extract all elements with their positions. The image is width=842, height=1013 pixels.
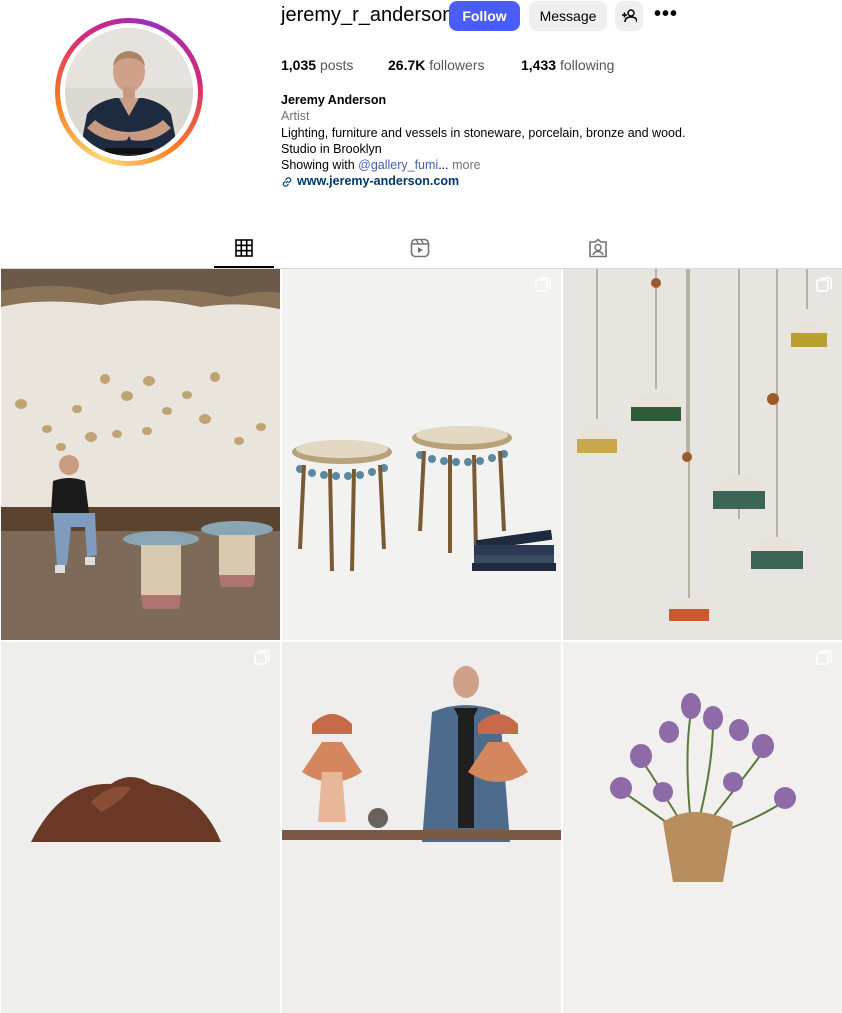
profile-tabs xyxy=(0,228,842,269)
bio-line: Studio in Brooklyn xyxy=(281,141,382,156)
post-thumbnail[interactable] xyxy=(1,642,280,1013)
gallery-mention-link[interactable]: @gallery_fumi xyxy=(358,158,438,172)
profile-stats: 1,035 posts 26.7K followers 1,433 follow… xyxy=(281,57,614,73)
profile-full-name: Jeremy Anderson xyxy=(281,93,387,107)
tab-tagged[interactable] xyxy=(586,236,610,260)
more-options-icon[interactable]: ••• xyxy=(654,3,678,26)
reels-icon xyxy=(410,238,430,258)
posts-stat[interactable]: 1,035 posts xyxy=(281,57,388,73)
multi-image-icon xyxy=(816,650,832,665)
following-stat[interactable]: 1,433 following xyxy=(521,57,614,73)
link-icon xyxy=(282,176,292,187)
followers-stat[interactable]: 26.7K followers xyxy=(388,57,521,73)
post-thumbnail[interactable] xyxy=(1,269,280,640)
active-tab-indicator xyxy=(214,266,274,268)
message-button[interactable]: Message xyxy=(529,1,607,31)
multi-image-icon xyxy=(816,277,832,292)
post-thumbnail[interactable] xyxy=(282,642,561,1013)
add-user-icon xyxy=(622,9,637,23)
post-thumbnail[interactable] xyxy=(282,269,561,640)
bio-line: Lighting, furniture and vessels in stone… xyxy=(281,125,686,140)
more-link[interactable]: more xyxy=(452,158,480,172)
tagged-icon xyxy=(589,238,607,258)
bio-line: Showing with @gallery_fumi... more xyxy=(281,158,481,173)
post-thumbnail[interactable] xyxy=(563,642,842,1013)
multi-image-icon xyxy=(254,650,270,665)
profile-category: Artist xyxy=(281,109,310,124)
avatar[interactable] xyxy=(65,28,193,156)
profile-username: jeremy_r_anderson xyxy=(281,4,454,26)
profile-avatar-ring[interactable] xyxy=(55,18,203,166)
tab-reels[interactable] xyxy=(408,236,432,260)
profile-bio: Jeremy Anderson Artist Lighting, furnitu… xyxy=(281,92,685,190)
post-thumbnail[interactable] xyxy=(563,269,842,640)
tab-posts[interactable] xyxy=(232,236,256,260)
website-link[interactable]: www.jeremy-anderson.com xyxy=(281,173,685,189)
suggest-user-button[interactable] xyxy=(615,1,643,31)
multi-image-icon xyxy=(535,277,551,292)
follow-button[interactable]: Follow xyxy=(449,1,520,31)
grid-icon xyxy=(235,239,253,257)
